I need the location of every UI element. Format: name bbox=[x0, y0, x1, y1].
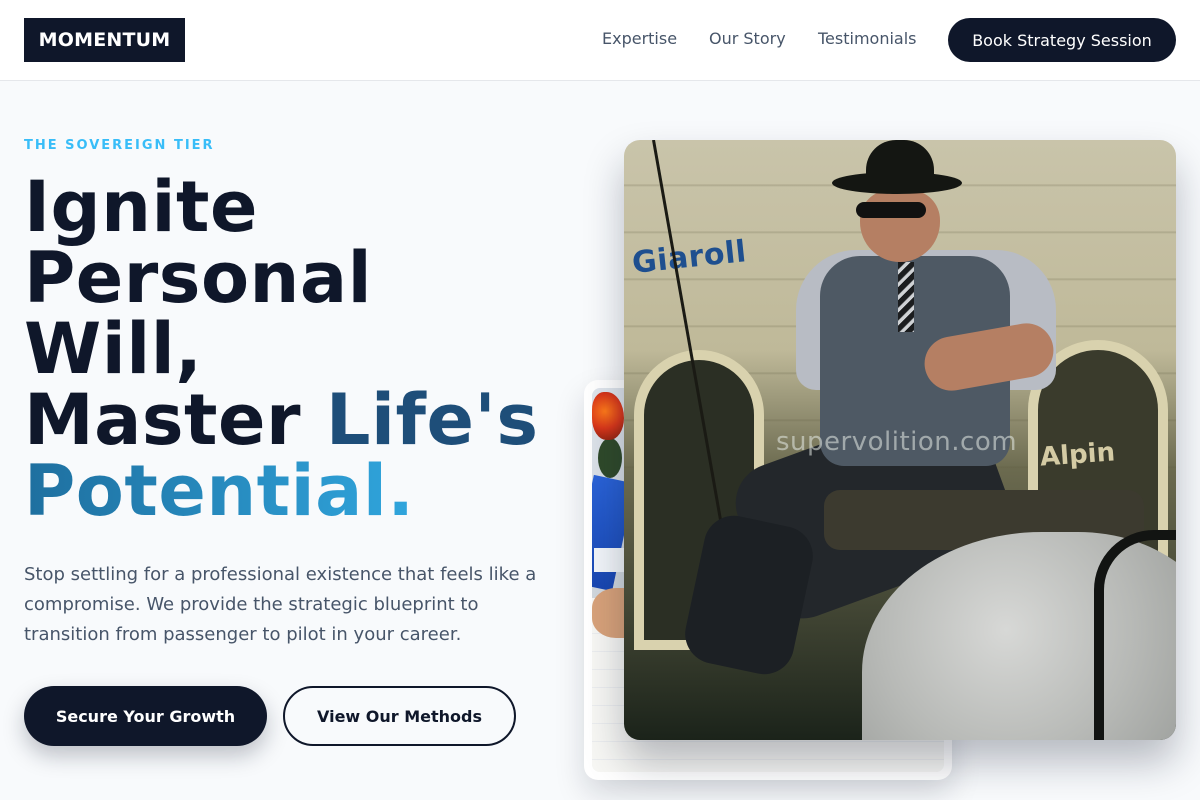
hero-headline: Ignite Personal Will, Master Life's Pote… bbox=[24, 172, 584, 527]
hero-main-photo: Giaroll Alpin supervolition.com bbox=[624, 140, 1176, 740]
headline-line-1: Ignite bbox=[24, 166, 258, 248]
flower bbox=[592, 392, 624, 440]
view-our-methods-button[interactable]: View Our Methods bbox=[283, 686, 516, 746]
headline-word-master: Master bbox=[24, 379, 302, 461]
hero-eyebrow: THE SOVEREIGN TIER bbox=[24, 138, 215, 153]
hero-lead: Stop settling for a professional existen… bbox=[24, 564, 537, 645]
brand-logo[interactable]: MOMENTUM bbox=[24, 18, 185, 62]
watermark: supervolition.com bbox=[776, 427, 1018, 457]
headline-line-4: Master Life's bbox=[24, 385, 584, 456]
headline-line-2: Personal bbox=[24, 237, 373, 319]
man-tie bbox=[898, 262, 914, 332]
headline-line-5: Potential. bbox=[24, 456, 584, 527]
headline-word-lifes: Life's bbox=[325, 379, 539, 461]
nav-link-our-story[interactable]: Our Story bbox=[709, 29, 786, 48]
bowler-hat bbox=[866, 140, 934, 184]
headline-line-3: Will, bbox=[24, 308, 203, 390]
nav-link-expertise[interactable]: Expertise bbox=[602, 29, 677, 48]
book-strategy-session-button[interactable]: Book Strategy Session bbox=[948, 18, 1176, 62]
alpin-sign: Alpin bbox=[1039, 437, 1117, 473]
nav-link-testimonials[interactable]: Testimonials bbox=[818, 29, 917, 48]
sunglasses bbox=[856, 202, 926, 218]
secure-your-growth-button[interactable]: Secure Your Growth bbox=[24, 686, 267, 746]
site-header: MOMENTUM Expertise Our Story Testimonial… bbox=[0, 0, 1200, 81]
leaf bbox=[598, 438, 622, 478]
horse-harness bbox=[1094, 530, 1176, 740]
